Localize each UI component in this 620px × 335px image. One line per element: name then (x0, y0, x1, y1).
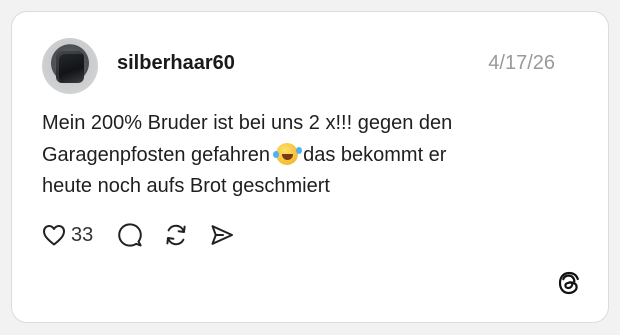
avatar[interactable] (42, 38, 98, 94)
comment-icon (118, 223, 143, 247)
post-text-line-2b: das bekommt er (297, 143, 447, 166)
share-button[interactable] (209, 222, 235, 248)
repost-button[interactable] (163, 222, 189, 248)
post-text-line-1: Mein 200% Bruder ist bei uns 2 x!!! gege… (42, 112, 453, 134)
repost-icon (166, 224, 186, 246)
like-button[interactable]: 33 (42, 224, 93, 247)
post-card: silberhaar60 4/17/26 Mein 200% Bruder is… (11, 11, 609, 323)
like-count: 33 (71, 223, 94, 246)
comment-button[interactable] (117, 222, 143, 248)
rolling-on-floor-laughing-emoji-icon (272, 142, 298, 165)
post-text-line-2a: Garagenpfosten gefahren (42, 143, 276, 166)
threads-logo-icon[interactable] (556, 270, 582, 296)
post-text: Mein 200% Bruder ist bei uns 2 x!!! gege… (42, 108, 562, 203)
heart-icon (43, 225, 65, 246)
action-bar: 33 (42, 221, 255, 249)
avatar-image-object (56, 51, 84, 83)
username[interactable]: silberhaar60 (117, 52, 235, 75)
post-date: 4/17/26 (488, 52, 555, 74)
share-icon (211, 225, 234, 245)
post-text-line-3: heute noch aufs Brot geschmiert (42, 175, 330, 197)
